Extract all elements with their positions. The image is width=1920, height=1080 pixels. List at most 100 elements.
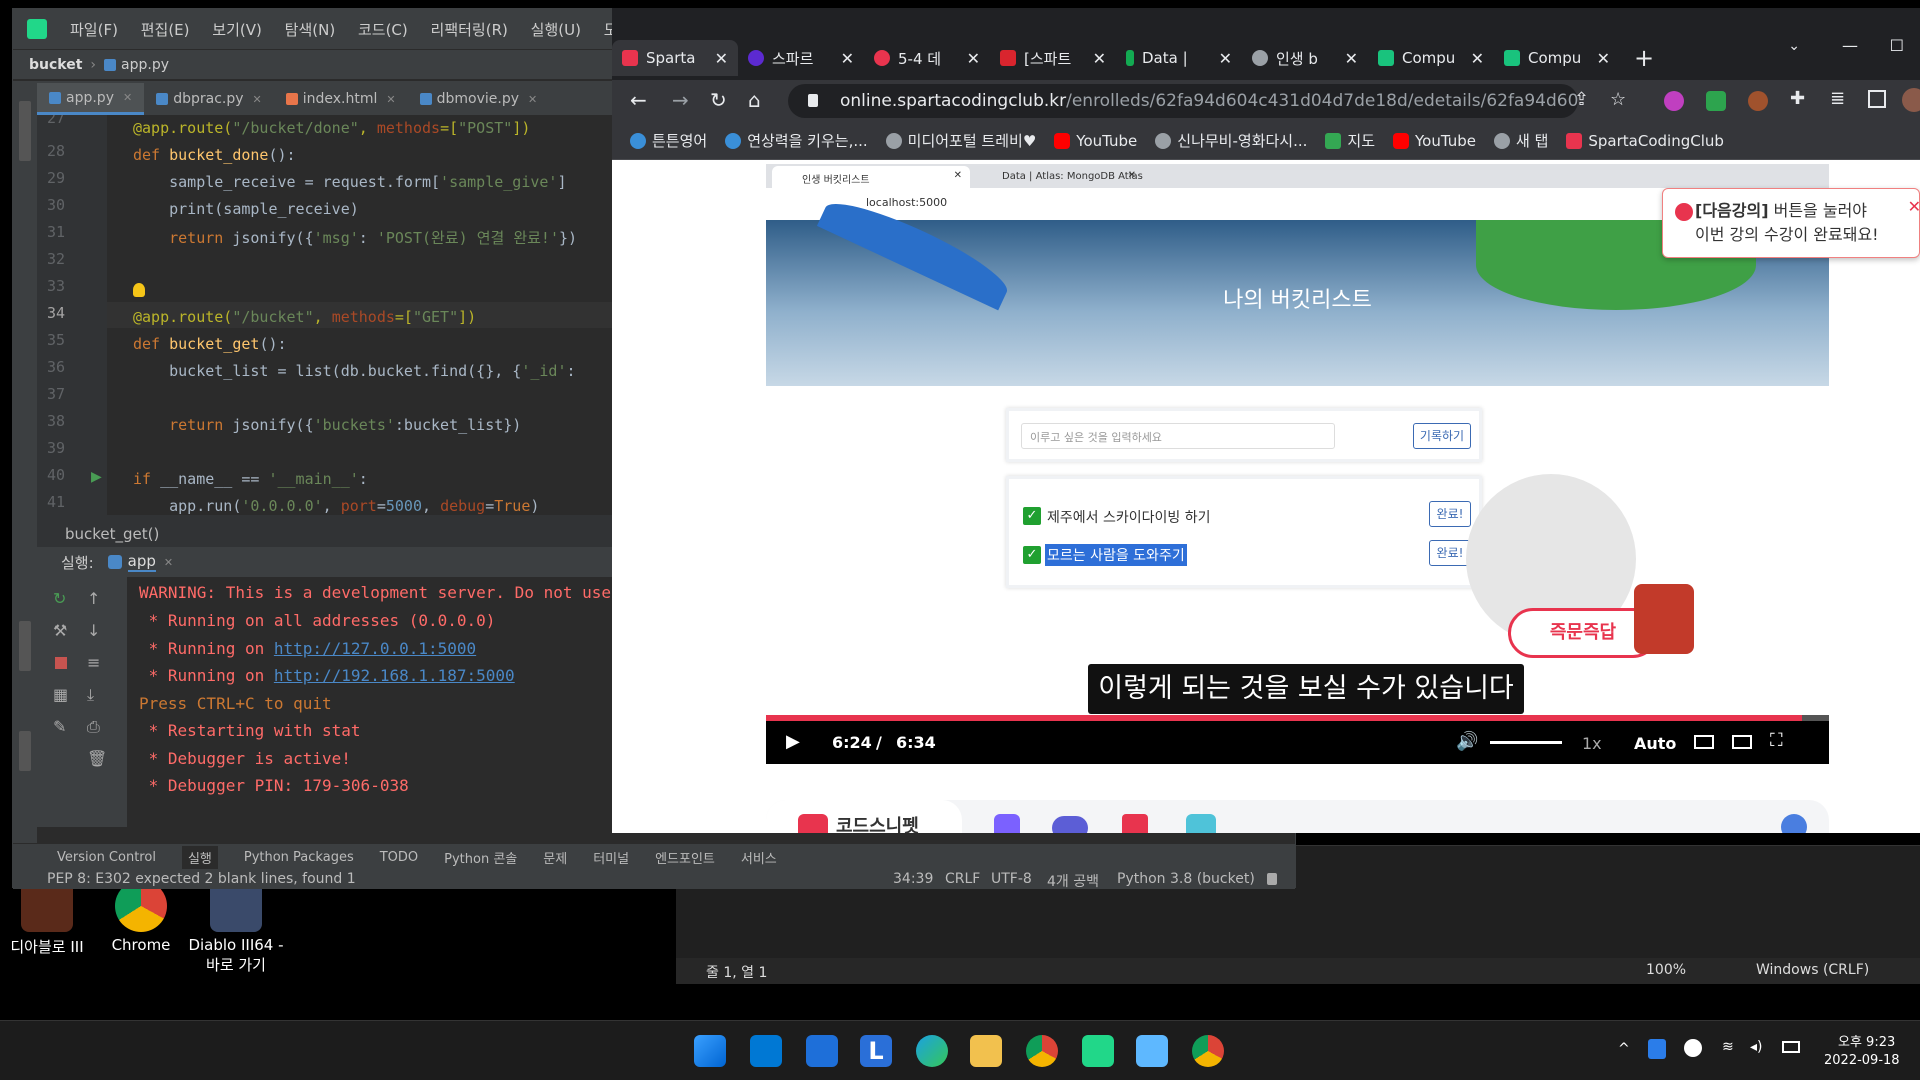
file-explorer-icon[interactable] [970, 1035, 1002, 1067]
trash-icon[interactable]: 🗑 [87, 749, 107, 768]
structure-panel-icon[interactable] [19, 731, 31, 771]
chrome-tab-3[interactable]: 5-4 데 ✕ [864, 40, 990, 76]
run-gutter-icon[interactable]: ▶ [91, 469, 102, 485]
stop-icon[interactable] [55, 657, 67, 669]
wifi-icon[interactable]: ≋ [1722, 1039, 1734, 1055]
battery-icon[interactable] [1782, 1041, 1800, 1053]
menu-file[interactable]: 파일(F) [70, 21, 118, 39]
arrow-up-icon[interactable]: ↑ [87, 589, 100, 608]
status-indent[interactable]: 4개 공백 [1047, 871, 1099, 891]
bookmark-item[interactable]: 튼튼영어 [630, 130, 707, 151]
tool-endpoints[interactable]: 엔드포인트 [655, 848, 715, 867]
tool-terminal[interactable]: 터미널 [593, 848, 629, 867]
close-icon[interactable]: ✕ [528, 93, 537, 106]
checkbox-icon[interactable]: ✓ [1023, 546, 1041, 564]
tool-version-control[interactable]: Version Control [57, 850, 156, 865]
close-icon[interactable]: ✕ [967, 49, 980, 68]
status-caret[interactable]: 34:39 [893, 871, 933, 887]
bookmarks-panel-icon[interactable] [19, 621, 31, 671]
close-icon[interactable]: ✕ [1219, 49, 1232, 68]
bookmark-new-tab[interactable]: 새 탭 [1494, 130, 1548, 151]
close-circle-icon[interactable] [1684, 1039, 1702, 1057]
close-icon[interactable]: ✕ [1908, 195, 1920, 219]
profile-avatar[interactable] [1902, 88, 1920, 112]
record-button[interactable]: 기록하기 [1413, 423, 1471, 449]
menu-code[interactable]: 코드(C) [358, 21, 408, 39]
tool-todo[interactable]: TODO [380, 850, 418, 865]
close-icon[interactable]: ✕ [123, 91, 132, 104]
close-icon[interactable]: ✕ [1597, 49, 1610, 68]
tool-python-packages[interactable]: Python Packages [244, 850, 354, 865]
nav-project[interactable]: bucket [29, 57, 82, 73]
tool-python-console[interactable]: Python 콘솔 [444, 848, 517, 867]
mail-icon[interactable] [806, 1035, 838, 1067]
tab-index-html[interactable]: index.html ✕ [274, 83, 408, 115]
bookmark-maps[interactable]: 지도 [1325, 130, 1375, 151]
minimize-icon[interactable]: — [1842, 36, 1858, 55]
close-icon[interactable]: ✕ [164, 556, 173, 569]
bookmark-youtube[interactable]: YouTube [1054, 132, 1137, 150]
chrome-tab-sparta[interactable]: Sparta ✕ [612, 40, 738, 76]
pycharm-taskbar-icon[interactable] [1082, 1035, 1114, 1067]
alert-icon[interactable] [1122, 814, 1148, 833]
done-button[interactable]: 완료! [1429, 501, 1471, 527]
l-app-icon[interactable]: L [860, 1035, 892, 1067]
checkbox-icon[interactable]: ✓ [1023, 507, 1041, 525]
done-button[interactable]: 완료! [1429, 540, 1471, 566]
start-icon[interactable] [694, 1035, 726, 1067]
edge-icon[interactable] [916, 1035, 948, 1067]
tab-search-icon[interactable]: ⌄ [1788, 38, 1800, 54]
chevron-up-icon[interactable]: ^ [1618, 1041, 1630, 1057]
bookmark-youtube[interactable]: YouTube [1393, 132, 1476, 150]
lock-icon[interactable] [808, 94, 818, 107]
side-panel-icon[interactable] [1868, 90, 1886, 108]
status-message[interactable]: PEP 8: E302 expected 2 blank lines, foun… [47, 871, 356, 887]
soft-wrap-icon[interactable]: ≡ [87, 653, 100, 672]
fullscreen-icon[interactable]: ⛶ [1770, 730, 1783, 751]
scroll-to-end-icon[interactable]: ⤓ [87, 685, 94, 705]
tool-run[interactable]: 실행 [181, 846, 218, 869]
wrench-icon[interactable]: ⚒ [53, 621, 67, 640]
layout-icon[interactable]: ▦ [53, 685, 68, 704]
play-icon[interactable]: ▶ [786, 731, 800, 752]
nav-file[interactable]: app.py [121, 57, 169, 73]
extension-icon[interactable] [1664, 91, 1684, 111]
chrome-taskbar-icon[interactable] [1026, 1035, 1058, 1067]
home-icon[interactable]: ⌂ [748, 88, 761, 112]
pin-icon[interactable]: ✎ [53, 717, 66, 736]
new-tab-icon[interactable]: + [1634, 44, 1654, 72]
chrome-tab-4[interactable]: [스파트 ✕ [990, 40, 1116, 76]
faq-icon[interactable] [1186, 814, 1216, 833]
close-icon[interactable]: ✕ [1471, 49, 1484, 68]
desktop-icon-diablo-shortcut[interactable]: Diablo III64 - 바로 가기 [180, 880, 292, 975]
menu-refactor[interactable]: 리팩터링(R) [431, 21, 508, 39]
chrome-tab-5[interactable]: Data | ✕ [1116, 40, 1242, 76]
chrome-tab-2[interactable]: 스파르 ✕ [738, 40, 864, 76]
quality-button[interactable]: Auto [1634, 734, 1676, 753]
speed-button[interactable]: 1x [1582, 734, 1602, 753]
menu-edit[interactable]: 편집(E) [141, 21, 190, 39]
volume-icon[interactable]: 🔊 [1456, 731, 1478, 752]
maximize-icon[interactable]: ☐ [1890, 36, 1904, 55]
close-icon[interactable]: ✕ [841, 49, 854, 68]
pip-icon[interactable] [1732, 735, 1752, 749]
chrome-tab-6[interactable]: 인생 b ✕ [1242, 40, 1368, 76]
clock-time[interactable]: 오후 9:23 [1838, 1031, 1895, 1050]
status-encoding[interactable]: UTF-8 [991, 871, 1032, 887]
console-link[interactable]: http://127.0.0.1:5000 [274, 639, 476, 658]
tool-problems[interactable]: 문제 [543, 848, 567, 867]
chrome-taskbar-icon[interactable] [1192, 1035, 1224, 1067]
close-icon[interactable]: ✕ [253, 93, 262, 106]
forward-icon[interactable]: → [672, 88, 689, 112]
settings-icon[interactable] [1781, 814, 1807, 833]
chrome-tab-8[interactable]: Compu ✕ [1494, 40, 1620, 76]
chat-icon[interactable] [1052, 816, 1088, 833]
close-icon[interactable]: ✕ [1345, 49, 1358, 68]
notepad-taskbar-icon[interactable] [1136, 1035, 1168, 1067]
close-icon[interactable]: ✕ [715, 49, 728, 68]
project-panel-icon[interactable] [19, 101, 31, 161]
reload-icon[interactable]: ↻ [710, 88, 727, 112]
close-icon[interactable]: ✕ [386, 93, 395, 106]
tab-app-py[interactable]: app.py ✕ [37, 83, 145, 115]
back-icon[interactable]: ← [630, 88, 647, 112]
